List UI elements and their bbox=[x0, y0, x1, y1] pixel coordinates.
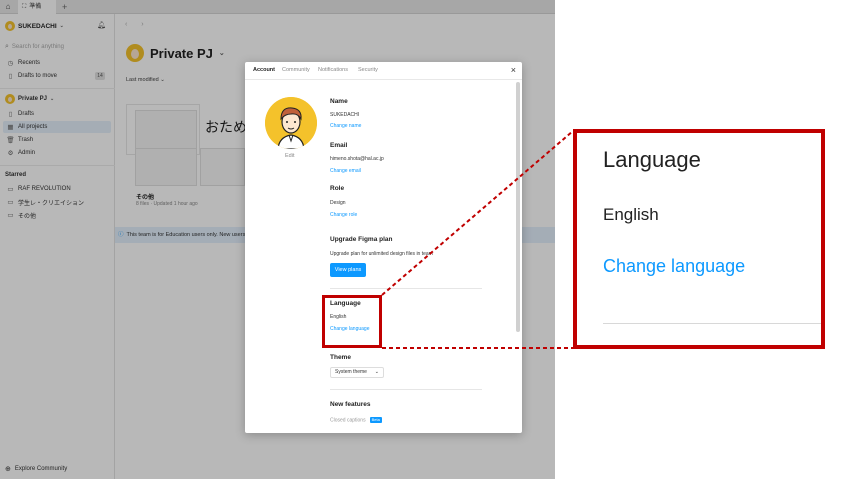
theme-select-value: System theme bbox=[335, 369, 367, 375]
highlight-box-small bbox=[322, 295, 382, 348]
zoom-language-value: English bbox=[603, 205, 659, 224]
email-value: himeno.shota@hal.ac.jp bbox=[330, 156, 384, 162]
zoom-callout: Language English Change language bbox=[573, 129, 825, 349]
tab-security[interactable]: Security bbox=[358, 67, 378, 73]
closed-captions-label: Closed captions bbox=[330, 417, 366, 424]
theme-select[interactable]: System theme ⌄ bbox=[330, 367, 384, 378]
edit-avatar-link[interactable]: Edit bbox=[285, 153, 294, 159]
settings-tabs: Account Community Notifications Security… bbox=[245, 62, 522, 80]
zoom-divider bbox=[603, 323, 821, 324]
tab-community[interactable]: Community bbox=[282, 67, 310, 73]
change-name-link[interactable]: Change name bbox=[330, 123, 361, 129]
section-divider bbox=[330, 389, 482, 390]
tab-account[interactable]: Account bbox=[253, 67, 275, 73]
name-value: SUKEDACHI bbox=[330, 112, 360, 118]
upgrade-plan-label: Upgrade Figma plan bbox=[330, 236, 393, 243]
view-plans-button[interactable]: View plans bbox=[330, 263, 366, 277]
email-label: Email bbox=[330, 142, 348, 149]
settings-modal: Account Community Notifications Security… bbox=[245, 62, 522, 433]
change-role-link[interactable]: Change role bbox=[330, 212, 357, 218]
closed-captions-item[interactable]: Closed captions Beta bbox=[330, 417, 382, 423]
section-divider bbox=[330, 288, 482, 289]
beta-badge: Beta bbox=[369, 417, 382, 423]
theme-label: Theme bbox=[330, 354, 351, 361]
new-features-label: New features bbox=[330, 401, 371, 408]
role-label: Role bbox=[330, 185, 345, 192]
avatar-illustration-icon bbox=[265, 97, 317, 149]
profile-avatar[interactable] bbox=[265, 97, 317, 149]
tab-notifications[interactable]: Notifications bbox=[318, 67, 348, 73]
upgrade-plan-text: Upgrade plan for unlimited design files … bbox=[330, 251, 433, 257]
name-label: Name bbox=[330, 98, 348, 105]
chevron-down-icon: ⌄ bbox=[374, 369, 379, 375]
change-email-link[interactable]: Change email bbox=[330, 168, 361, 174]
zoom-change-language-link: Change language bbox=[603, 256, 746, 276]
modal-scrollbar[interactable] bbox=[516, 82, 520, 332]
close-icon[interactable]: × bbox=[511, 65, 516, 75]
zoom-language-label: Language bbox=[603, 147, 701, 172]
role-value: Design bbox=[330, 200, 346, 206]
